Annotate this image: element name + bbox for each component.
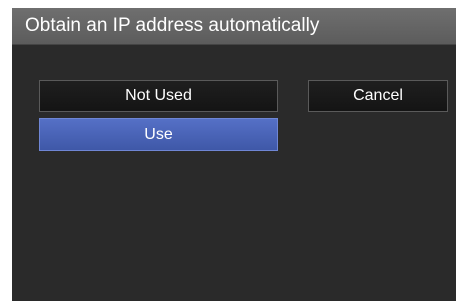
- not-used-button-label: Not Used: [125, 87, 192, 104]
- ip-dialog: Obtain an IP address automatically Not U…: [12, 8, 456, 301]
- not-used-button[interactable]: Not Used: [39, 80, 278, 112]
- cancel-button[interactable]: Cancel: [308, 80, 448, 112]
- use-button-label: Use: [144, 125, 173, 143]
- dialog-titlebar: Obtain an IP address automatically: [12, 8, 456, 45]
- use-button[interactable]: Use: [39, 118, 278, 151]
- cancel-button-label: Cancel: [353, 87, 403, 104]
- dialog-title: Obtain an IP address automatically: [25, 15, 320, 36]
